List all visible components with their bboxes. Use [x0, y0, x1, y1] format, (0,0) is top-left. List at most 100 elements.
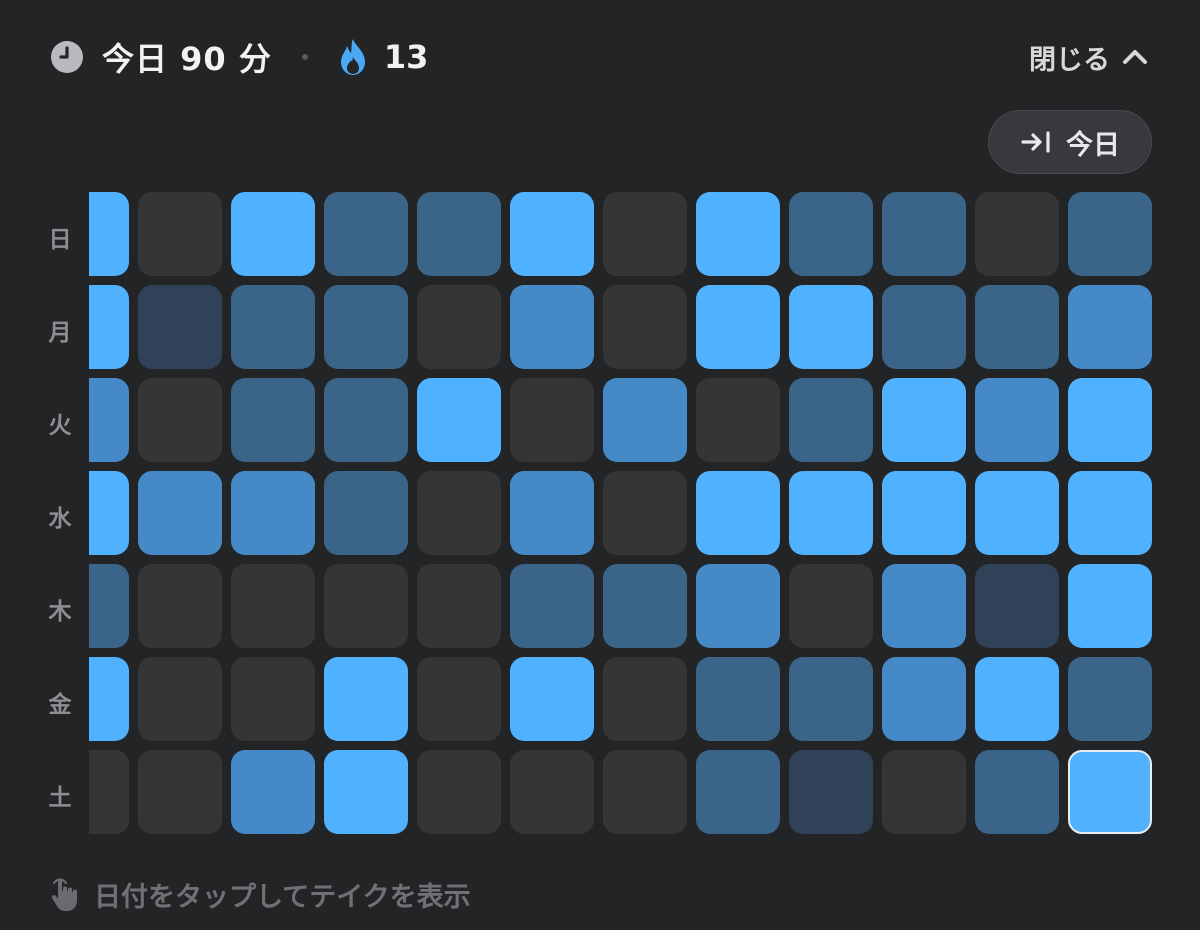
heatmap-cell[interactable]: [417, 192, 501, 276]
heatmap-cell[interactable]: [1068, 657, 1152, 741]
heatmap-cell[interactable]: [696, 378, 780, 462]
heatmap-cell[interactable]: [417, 285, 501, 369]
separator-dot: [301, 54, 308, 60]
heatmap-cell[interactable]: [89, 750, 129, 834]
heatmap-cell[interactable]: [789, 378, 873, 462]
heatmap-cell[interactable]: [696, 471, 780, 555]
clock-icon: [51, 41, 83, 73]
heatmap-cell[interactable]: [138, 192, 222, 276]
heatmap-cell[interactable]: [417, 378, 501, 462]
heatmap-cell[interactable]: [789, 192, 873, 276]
heatmap-cell[interactable]: [138, 657, 222, 741]
heatmap-cell[interactable]: [324, 192, 408, 276]
heatmap-cell[interactable]: [603, 285, 687, 369]
heatmap-cell[interactable]: [138, 285, 222, 369]
weekday-label-thu: 木: [48, 599, 72, 625]
heatmap-cell[interactable]: [231, 378, 315, 462]
heatmap-cell[interactable]: [138, 750, 222, 834]
heatmap-cell[interactable]: [510, 378, 594, 462]
heatmap-cell[interactable]: [603, 192, 687, 276]
heatmap-cell[interactable]: [603, 750, 687, 834]
heatmap-cell[interactable]: [324, 285, 408, 369]
heatmap-cell[interactable]: [789, 285, 873, 369]
heatmap-cell[interactable]: [696, 750, 780, 834]
heatmap-cell[interactable]: [603, 378, 687, 462]
heatmap-cell[interactable]: [975, 471, 1059, 555]
heatmap-cell[interactable]: [696, 285, 780, 369]
heatmap-cell[interactable]: [510, 285, 594, 369]
heatmap-cell[interactable]: [975, 657, 1059, 741]
heatmap-cell[interactable]: [1068, 750, 1152, 834]
heatmap-cell[interactable]: [975, 564, 1059, 648]
heatmap-cell[interactable]: [603, 471, 687, 555]
heatmap-cell[interactable]: [324, 564, 408, 648]
jump-to-today-icon: [1021, 131, 1050, 153]
weekday-label-mon: 月: [48, 320, 72, 346]
heatmap-cell[interactable]: [231, 750, 315, 834]
heatmap-cell[interactable]: [510, 471, 594, 555]
heatmap-cell[interactable]: [1068, 378, 1152, 462]
heatmap-cell[interactable]: [417, 471, 501, 555]
heatmap-cell[interactable]: [89, 657, 129, 741]
heatmap-cell[interactable]: [138, 471, 222, 555]
heatmap-cell[interactable]: [975, 285, 1059, 369]
heatmap-cell[interactable]: [1068, 471, 1152, 555]
today-minutes: 今日 90 分: [102, 40, 272, 78]
weekday-label-tue: 火: [48, 413, 72, 439]
heatmap-cell[interactable]: [231, 657, 315, 741]
heatmap-cell[interactable]: [231, 192, 315, 276]
tap-hint: 日付をタップしてテイクを表示: [48, 870, 471, 918]
heatmap-cell[interactable]: [1068, 192, 1152, 276]
heatmap-cell[interactable]: [510, 750, 594, 834]
heatmap-cell[interactable]: [789, 657, 873, 741]
heatmap-cell[interactable]: [975, 378, 1059, 462]
heatmap-cell[interactable]: [975, 192, 1059, 276]
activity-heatmap: [89, 192, 1159, 842]
jump-to-today-button[interactable]: 今日: [988, 110, 1152, 174]
heatmap-cell[interactable]: [89, 564, 129, 648]
heatmap-cell[interactable]: [138, 564, 222, 648]
heatmap-cell[interactable]: [138, 378, 222, 462]
heatmap-cell[interactable]: [882, 285, 966, 369]
heatmap-cell[interactable]: [603, 657, 687, 741]
flame-icon: [340, 39, 365, 75]
heatmap-cell[interactable]: [417, 750, 501, 834]
heatmap-cell[interactable]: [89, 471, 129, 555]
heatmap-cell[interactable]: [789, 471, 873, 555]
heatmap-cell[interactable]: [1068, 285, 1152, 369]
collapse-label: 閉じる: [1029, 44, 1110, 76]
heatmap-cell[interactable]: [882, 657, 966, 741]
heatmap-cell[interactable]: [324, 378, 408, 462]
heatmap-cell[interactable]: [231, 564, 315, 648]
heatmap-cell[interactable]: [324, 471, 408, 555]
heatmap-cell[interactable]: [89, 192, 129, 276]
heatmap-cell[interactable]: [510, 657, 594, 741]
heatmap-cell[interactable]: [696, 192, 780, 276]
heatmap-cell[interactable]: [975, 750, 1059, 834]
heatmap-cell[interactable]: [231, 471, 315, 555]
heatmap-cell[interactable]: [510, 192, 594, 276]
heatmap-cell[interactable]: [696, 564, 780, 648]
heatmap-cell[interactable]: [882, 471, 966, 555]
heatmap-cell[interactable]: [231, 285, 315, 369]
tap-hint-text: 日付をタップしてテイクを表示: [94, 881, 471, 913]
heatmap-cell[interactable]: [324, 750, 408, 834]
heatmap-cell[interactable]: [789, 750, 873, 834]
heatmap-cell[interactable]: [789, 564, 873, 648]
tap-hand-icon: [51, 878, 77, 911]
heatmap-cell[interactable]: [324, 657, 408, 741]
heatmap-cell[interactable]: [417, 564, 501, 648]
heatmap-cell[interactable]: [89, 285, 129, 369]
heatmap-cell[interactable]: [417, 657, 501, 741]
collapse-button[interactable]: 閉じる: [1029, 36, 1150, 78]
heatmap-cell[interactable]: [882, 378, 966, 462]
heatmap-cell[interactable]: [696, 657, 780, 741]
heatmap-cell[interactable]: [882, 192, 966, 276]
heatmap-cell[interactable]: [603, 564, 687, 648]
heatmap-cell[interactable]: [510, 564, 594, 648]
heatmap-cell[interactable]: [89, 378, 129, 462]
weekday-label-sun: 日: [48, 227, 72, 253]
heatmap-cell[interactable]: [882, 564, 966, 648]
heatmap-cell[interactable]: [882, 750, 966, 834]
heatmap-cell[interactable]: [1068, 564, 1152, 648]
